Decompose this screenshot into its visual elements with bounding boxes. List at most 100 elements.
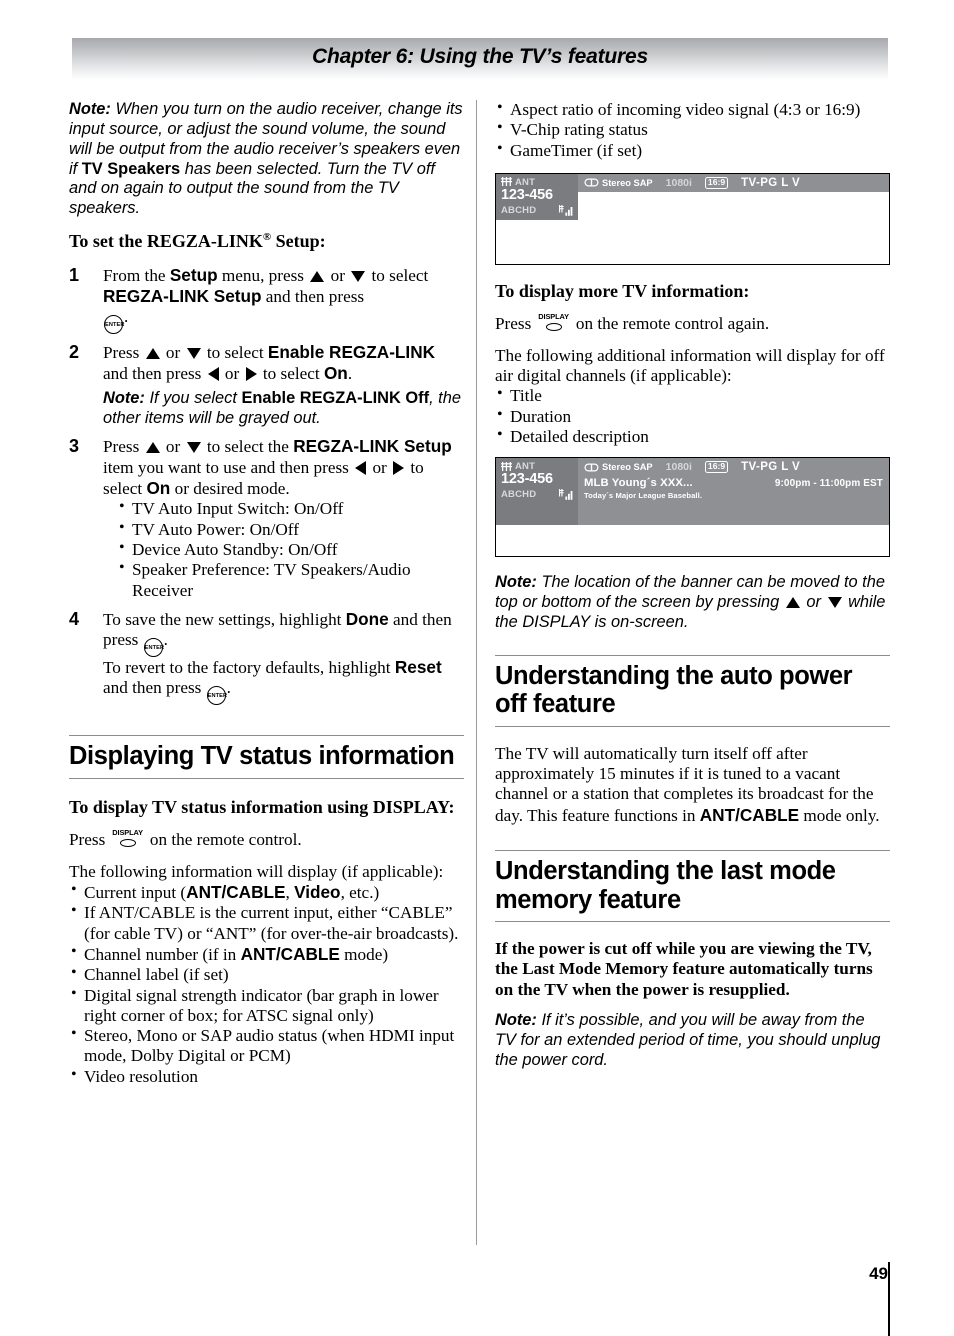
display-subheading: To display TV status information using D… — [69, 796, 455, 817]
step-4-b2: Reset — [394, 657, 442, 678]
step-4-b1: Done — [345, 608, 389, 629]
arrow-left-icon — [355, 460, 367, 475]
note-b1: Enable REGZA-LINK Off — [241, 388, 430, 407]
note-t1: If it’s possible, and you will be away f… — [495, 1010, 881, 1069]
step-2-t5: or — [220, 364, 244, 384]
step-1-b1: Setup — [169, 264, 218, 285]
last-mode-memory-body: If the power is cut off while you are vi… — [495, 939, 873, 999]
banner-2-program-filler — [578, 503, 889, 526]
tv-status-banner-figure-2: ANT 123-456 ABCHD Stereo SAP 1080i 16:9 … — [495, 457, 890, 558]
section-heading: Understanding the last mode memory featu… — [495, 850, 890, 923]
arrow-right-icon — [393, 460, 405, 475]
note-bold-tv-speakers: TV Speakers — [81, 159, 181, 178]
section-heading: Understanding the auto power off feature — [495, 654, 890, 727]
list-item: GameTimer (if set) — [495, 140, 890, 161]
list-item: Video resolution — [69, 1066, 464, 1087]
banner-2-channel-label-row: ABCHD — [501, 487, 573, 500]
additional-info-bullets: Title Duration Detailed description — [495, 385, 890, 447]
step-2-t2: or — [161, 343, 185, 363]
list-item: TV Auto Input Switch: On/Off — [117, 498, 464, 519]
arrow-down-icon — [186, 348, 201, 360]
step-3-t2: or — [161, 437, 185, 457]
step-2-t6: to select — [258, 364, 324, 384]
step-4-t4: To revert to the factory defaults, highl… — [103, 658, 395, 678]
bullet-bold-video: Video — [294, 882, 341, 903]
more-tv-info-heading: To display more TV information: — [495, 280, 750, 301]
display-button-icon: DISPLAY — [537, 313, 571, 333]
banner-1-inner: ANT 123-456 ABCHD Stereo SAP 1080i 16:9 … — [496, 173, 889, 221]
press-display-t2: on the remote control. — [145, 830, 302, 850]
section-last-mode-memory: Understanding the last mode memory featu… — [495, 850, 890, 923]
banner-1-rating: TV-PG L V — [741, 176, 801, 189]
banner-1-audio-status: Stereo SAP — [584, 178, 653, 188]
dolby-icon — [584, 178, 599, 187]
note-label: Note: — [495, 573, 537, 592]
note-t2: or — [801, 593, 826, 612]
banner-1-channel-number: 123-456 — [501, 186, 553, 203]
tv-status-info-bullets: Current input (ANT/CABLE, Video, etc.) I… — [69, 881, 464, 1087]
section-displaying-tv-status: Displaying TV status information — [69, 735, 464, 779]
dolby-icon — [584, 463, 599, 472]
step-1-t5: and then press — [261, 286, 365, 306]
banner-2-program-info: MLB Young´s XXX... 9:00pm - 11:00pm EST … — [578, 476, 889, 504]
list-item: Channel label (if set) — [69, 964, 464, 985]
antenna-icon — [501, 461, 512, 471]
banner-2-program-title: MLB Young´s XXX... — [584, 477, 693, 490]
banner-1-channel-label-row: ABCHD — [501, 203, 573, 216]
tv-status-banner-figure-1: ANT 123-456 ABCHD Stereo SAP 1080i 16:9 … — [495, 172, 890, 265]
list-item: TV Auto Power: On/Off — [117, 519, 464, 540]
note-audio-receiver: Note: When you turn on the audio receive… — [69, 100, 464, 219]
list-item: Duration — [495, 406, 890, 427]
step-2-t7: . — [347, 364, 353, 384]
bullet-bold-ant-cable: ANT/CABLE — [240, 943, 340, 964]
page-edge-rule — [888, 1262, 890, 1336]
note-label: Note: — [495, 1010, 537, 1029]
banner-2-rating: TV-PG L V — [741, 461, 801, 474]
note-label: Note: — [69, 100, 111, 118]
page-number: 49 — [869, 1264, 888, 1283]
left-column: Note: When you turn on the audio receive… — [69, 100, 464, 1089]
step-1-t4: to select — [367, 265, 429, 285]
step-3-t7: or desired mode. — [170, 479, 290, 499]
step-3-t5: or — [368, 457, 392, 477]
arrow-right-icon — [245, 367, 257, 382]
right-column: Aspect ratio of incoming video signal (4… — [495, 99, 890, 1083]
step-3-b2: On — [146, 478, 171, 499]
note-enable-regza-off: Note: If you select Enable REGZA-LINK Of… — [103, 389, 464, 429]
step-4-t6: . — [226, 678, 231, 698]
banner-2-channel-number: 123-456 — [501, 471, 553, 488]
step-3-b1: REGZA-LINK Setup — [293, 436, 452, 457]
step-2-number: 2 — [69, 342, 80, 363]
arrow-down-icon — [827, 597, 842, 609]
additional-info-text: The following additional information wil… — [495, 345, 885, 385]
chapter-title: Chapter 6: Using the TV’s features — [312, 45, 648, 68]
step-2-b1: Enable REGZA-LINK — [267, 342, 436, 363]
regza-link-setup-heading: To set the REGZA-LINK® Setup: — [69, 231, 326, 252]
step-3-number: 3 — [69, 436, 80, 457]
step-4: 4 To save the new settings, highlight Do… — [69, 609, 464, 706]
note-banner-location: Note: The location of the banner can be … — [495, 573, 890, 633]
chapter-header-bar: Chapter 6: Using the TV’s features — [72, 38, 888, 80]
step-2-t1: Press — [103, 343, 144, 363]
antenna-icon — [501, 177, 512, 187]
arrow-down-icon — [186, 442, 201, 454]
section-auto-power-off: Understanding the auto power off feature — [495, 654, 890, 727]
step-2-t3: to select — [202, 343, 268, 363]
list-item: Title — [495, 385, 890, 406]
note-label: Note: — [103, 388, 145, 407]
bullet-bold-ant-cable: ANT/CABLE — [186, 882, 286, 903]
step-4-number: 4 — [69, 608, 80, 629]
step-4-t3: . — [163, 630, 168, 650]
banner-2-status-bar: Stereo SAP 1080i 16:9 TV-PG L V — [578, 458, 889, 477]
list-item: Device Auto Standby: On/Off — [117, 539, 464, 560]
signal-strength-icon — [559, 489, 573, 501]
banner-1-status-bar: Stereo SAP 1080i 16:9 TV-PG L V — [578, 173, 889, 192]
arrow-down-icon — [351, 270, 366, 282]
enter-button-icon: ENTER — [104, 315, 124, 335]
signal-strength-icon — [559, 205, 573, 216]
banner-2-program-description: Today´s Major League Baseball. — [584, 491, 703, 501]
note-t1: The location of the banner can be moved … — [495, 573, 885, 612]
banner-1-channel-box: ANT 123-456 ABCHD — [496, 173, 578, 221]
step-3-t3: to select the — [202, 437, 294, 457]
list-item: Channel number (if in ANT/CABLE mode) — [69, 943, 464, 965]
